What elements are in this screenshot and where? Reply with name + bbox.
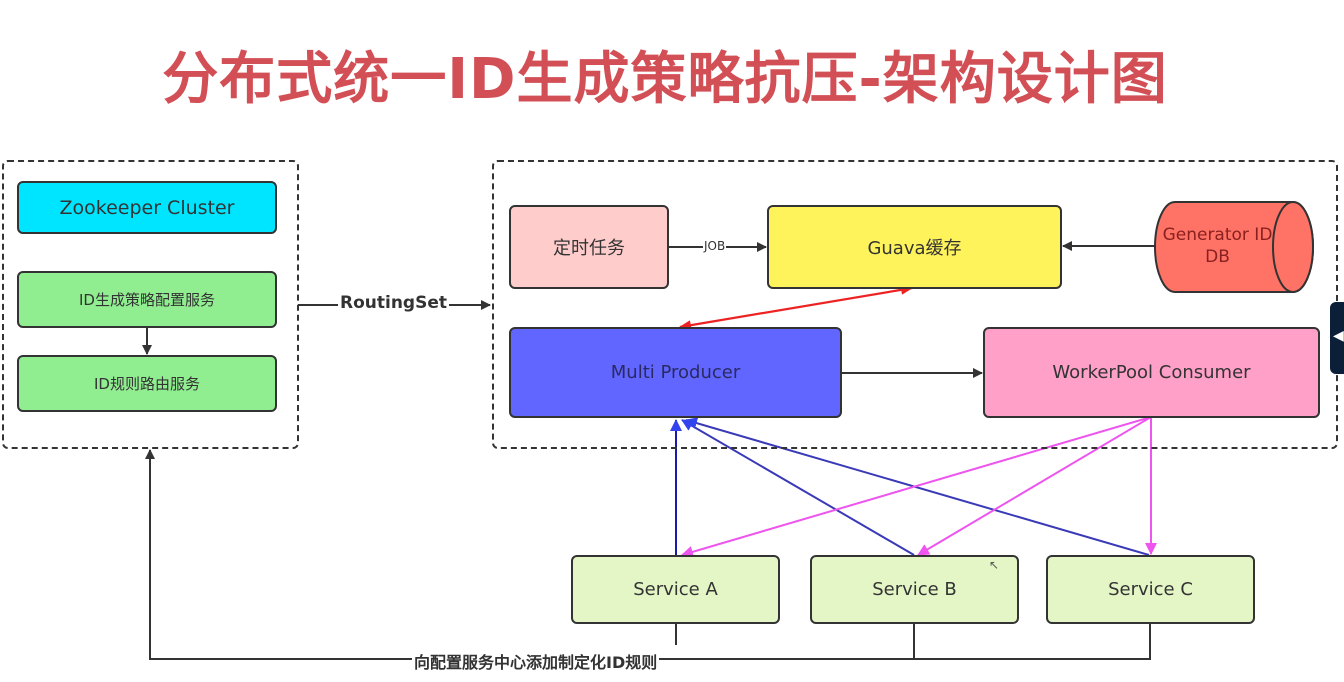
zookeeper-cluster-box[interactable]: Zookeeper Cluster: [17, 181, 277, 234]
side-panel-toggle[interactable]: ◀: [1330, 302, 1344, 374]
service-c-label: Service C: [1108, 579, 1193, 600]
add-custom-id-rule-label: 向配置服务中心添加制定化ID规则: [412, 649, 660, 673]
multi-producer-label: Multi Producer: [610, 362, 741, 383]
routingset-label: RoutingSet: [338, 293, 449, 313]
id-strategy-config-service-label: ID生成策略配置服务: [79, 291, 215, 309]
service-c-box[interactable]: Service C: [1046, 555, 1255, 624]
service-a-label: Service A: [633, 579, 718, 600]
multi-producer-box[interactable]: Multi Producer: [509, 327, 842, 418]
service-b-box[interactable]: Service B: [810, 555, 1019, 624]
id-routing-service-label: ID规则路由服务: [94, 375, 200, 393]
service-b-label: Service B: [872, 579, 957, 600]
scheduled-task-box[interactable]: 定时任务: [509, 205, 669, 289]
generator-id-db-label: Generator ID DB: [1162, 225, 1273, 267]
id-routing-service-box[interactable]: ID规则路由服务: [17, 355, 277, 412]
job-label: JOB: [703, 239, 727, 253]
guava-cache-label: Guava缓存: [867, 238, 962, 259]
service-a-box[interactable]: Service A: [571, 555, 780, 624]
chevron-left-icon: ◀: [1333, 328, 1344, 344]
workerpool-consumer-label: WorkerPool Consumer: [1052, 362, 1251, 383]
mouse-pointer-icon: ↖: [989, 558, 1000, 572]
workerpool-consumer-box[interactable]: WorkerPool Consumer: [983, 327, 1320, 418]
scheduled-task-label: 定时任务: [553, 238, 625, 259]
id-strategy-config-service-box[interactable]: ID生成策略配置服务: [17, 271, 277, 328]
zookeeper-cluster-label: Zookeeper Cluster: [59, 196, 235, 219]
guava-cache-box[interactable]: Guava缓存: [767, 205, 1062, 289]
